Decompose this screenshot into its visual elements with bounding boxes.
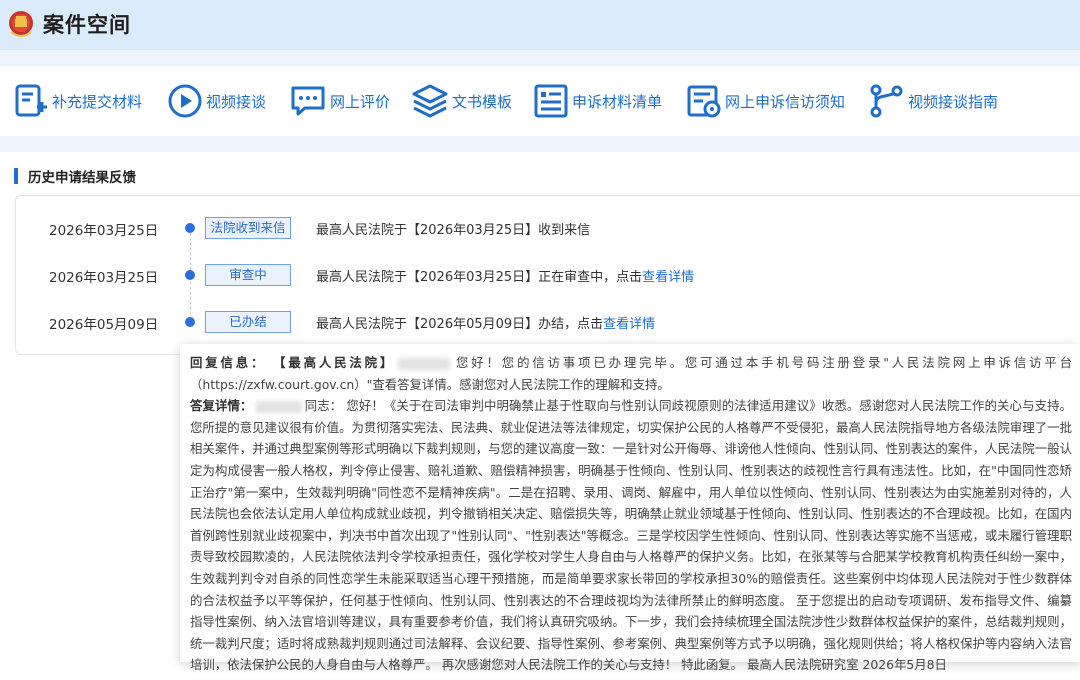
redacted-block (255, 400, 302, 413)
view-details-link[interactable]: 查看详情 (642, 270, 694, 285)
tool-appeal-materials-list[interactable]: 申诉材料清单 (533, 80, 662, 122)
reply-detail-label: 答复详情： (190, 398, 253, 414)
document-add-icon (15, 84, 47, 117)
timeline-text: 最高人民法院于【2026年03月25日】收到来信 (316, 219, 590, 238)
timeline-row: 2026年05月09日 已办结 最高人民法院于【2026年05月09日】办结，点… (0, 310, 1080, 334)
timeline-date: 2026年03月25日 (49, 270, 159, 286)
tool-label: 申诉材料清单 (572, 92, 663, 111)
redacted-block (398, 357, 451, 370)
timeline-date: 2026年03月25日 (49, 223, 159, 239)
timeline-row: 2026年03月25日 审查中 最高人民法院于【2026年03月25日】正在审查… (0, 263, 1080, 287)
tool-document-templates[interactable]: 文书模板 (411, 80, 512, 122)
timeline-dot (185, 223, 195, 233)
timeline-dot (185, 270, 195, 280)
view-details-link[interactable]: 查看详情 (603, 317, 655, 332)
status-badge: 法院收到来信 (205, 217, 291, 239)
timeline-message: 最高人民法院于【2026年05月09日】办结，点击 (316, 317, 604, 332)
tool-label: 视频接谈 (206, 92, 267, 111)
tool-label: 网上评价 (330, 92, 391, 111)
status-badge: 已办结 (205, 311, 291, 333)
tool-label: 补充提交材料 (52, 92, 143, 111)
tool-supplement-materials[interactable]: 补充提交材料 (13, 80, 142, 122)
layers-icon (412, 84, 448, 118)
reply-detail-text: 您好！《关于在司法审判中明确禁止基于性取向与性别认同歧视原则的法律适用建议》收悉… (190, 398, 1073, 673)
reply-salutation: 同志： (304, 398, 343, 414)
list-icon (534, 84, 568, 118)
section-accent-bar (14, 168, 18, 184)
reply-org: 【最高人民法院】 (273, 355, 396, 370)
status-badge: 审查中 (205, 264, 291, 286)
timeline-dot (185, 317, 195, 327)
timeline-row: 2026年03月25日 法院收到来信 最高人民法院于【2026年03月25日】收… (0, 216, 1080, 240)
tool-label: 视频接谈指南 (908, 92, 999, 111)
app-header: 案件空间 (0, 0, 1080, 50)
tool-video-interview[interactable]: 视频接谈 (167, 80, 266, 122)
reply-popup: 回复信息： 【最高人民法院】 您好！您的信访事项已办理完毕。您可通过本手机号码注册… (180, 344, 1080, 672)
tool-label: 文书模板 (452, 92, 513, 111)
reply-content: 回复信息： 【最高人民法院】 您好！您的信访事项已办理完毕。您可通过本手机号码注册… (190, 352, 1072, 676)
section-title: 历史申请结果反馈 (28, 170, 136, 186)
chat-bubble-icon (291, 86, 325, 116)
tool-label: 网上申诉信访须知 (725, 92, 846, 111)
timeline-text: 最高人民法院于【2026年05月09日】办结，点击查看详情 (316, 313, 655, 332)
tool-online-appeal-notice[interactable]: 网上申诉信访须知 (686, 80, 845, 122)
court-emblem-icon (9, 11, 33, 37)
tool-online-evaluation[interactable]: 网上评价 (289, 80, 390, 122)
tool-video-guide[interactable]: 视频接谈指南 (867, 80, 998, 122)
play-circle-icon (168, 84, 202, 118)
timeline-text: 最高人民法院于【2026年03月25日】正在审查中，点击查看详情 (316, 266, 694, 285)
timeline-message: 最高人民法院于【2026年03月25日】正在审查中，点击 (316, 270, 643, 285)
timeline-message: 最高人民法院于【2026年03月25日】收到来信 (316, 223, 591, 238)
app-title: 案件空间 (43, 13, 131, 37)
toolbar: 补充提交材料 视频接谈 网上评价 文书模板 申诉材料清单 网上申诉信访须知 视频… (0, 66, 1080, 136)
timeline-date: 2026年05月09日 (49, 317, 159, 333)
flow-icon (870, 84, 903, 118)
notice-icon (687, 85, 721, 118)
reply-info-label: 回复信息： (190, 355, 267, 370)
section-header: 历史申请结果反馈 (14, 167, 136, 186)
